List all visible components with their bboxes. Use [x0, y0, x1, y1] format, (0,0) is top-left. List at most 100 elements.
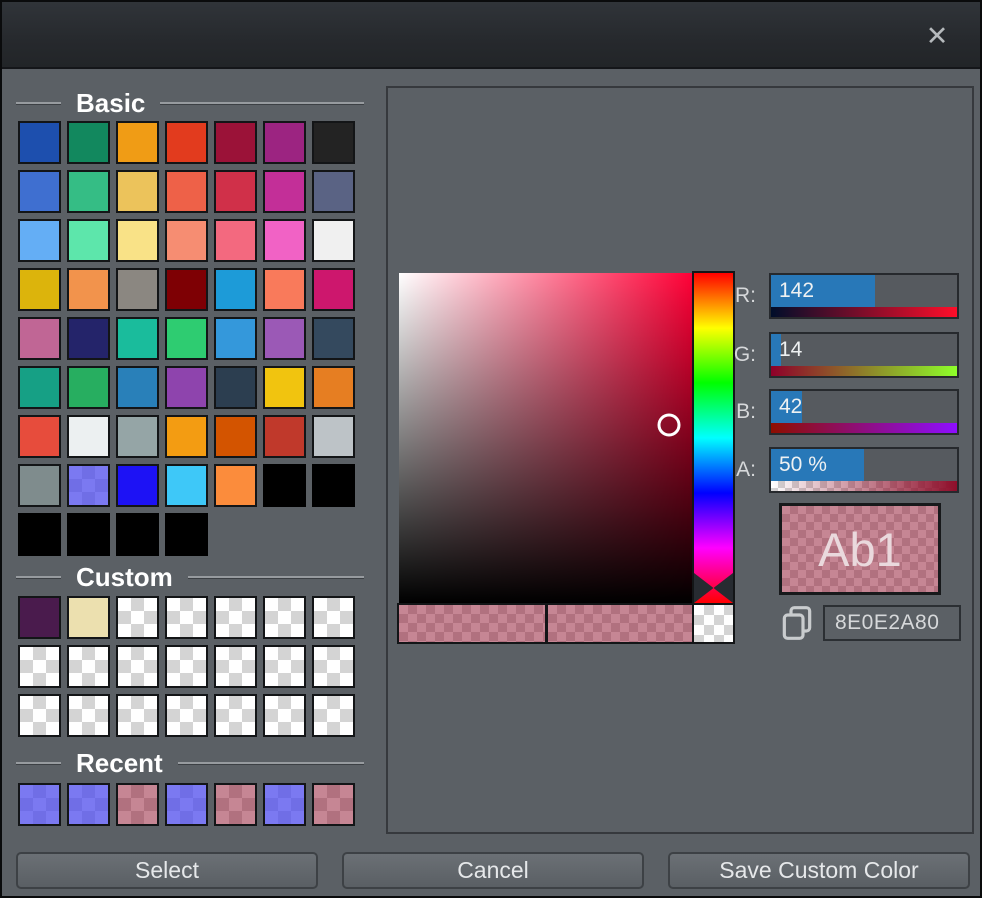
saturation-value-area[interactable] — [399, 273, 693, 603]
color-swatch[interactable] — [18, 694, 61, 737]
color-swatch[interactable] — [263, 415, 306, 458]
color-swatch[interactable] — [67, 170, 110, 213]
hue-slider[interactable] — [692, 271, 735, 605]
color-swatch[interactable] — [18, 170, 61, 213]
color-swatch[interactable] — [165, 513, 208, 556]
color-swatch[interactable] — [165, 694, 208, 737]
color-swatch[interactable] — [116, 366, 159, 409]
color-swatch[interactable] — [18, 783, 61, 826]
color-swatch[interactable] — [18, 415, 61, 458]
color-swatch[interactable] — [116, 317, 159, 360]
color-swatch[interactable] — [67, 694, 110, 737]
color-swatch[interactable] — [214, 415, 257, 458]
color-swatch[interactable] — [312, 645, 355, 688]
color-swatch[interactable] — [263, 170, 306, 213]
color-swatch[interactable] — [312, 219, 355, 262]
color-swatch[interactable] — [214, 317, 257, 360]
color-swatch[interactable] — [214, 219, 257, 262]
color-swatch[interactable] — [263, 121, 306, 164]
color-swatch[interactable] — [214, 170, 257, 213]
color-swatch[interactable] — [165, 121, 208, 164]
color-swatch[interactable] — [263, 645, 306, 688]
color-swatch[interactable] — [67, 317, 110, 360]
color-swatch[interactable] — [165, 268, 208, 311]
color-swatch[interactable] — [214, 268, 257, 311]
color-swatch[interactable] — [165, 219, 208, 262]
hue-slider-marker[interactable] — [694, 573, 733, 603]
sv-selector-ring[interactable] — [658, 413, 681, 436]
close-icon[interactable]: ✕ — [916, 16, 958, 56]
color-swatch[interactable] — [67, 783, 110, 826]
color-swatch[interactable] — [116, 268, 159, 311]
color-swatch[interactable] — [18, 268, 61, 311]
color-swatch[interactable] — [67, 121, 110, 164]
color-swatch[interactable] — [312, 317, 355, 360]
color-swatch[interactable] — [165, 366, 208, 409]
color-swatch[interactable] — [116, 645, 159, 688]
titlebar[interactable]: ✕ — [2, 2, 980, 69]
color-swatch[interactable] — [18, 121, 61, 164]
color-swatch[interactable] — [214, 121, 257, 164]
color-swatch[interactable] — [67, 415, 110, 458]
color-swatch[interactable] — [67, 219, 110, 262]
color-swatch[interactable] — [214, 596, 257, 639]
color-swatch[interactable] — [312, 596, 355, 639]
hex-input[interactable]: 8E0E2A80 — [823, 605, 961, 641]
color-swatch[interactable] — [116, 694, 159, 737]
color-swatch[interactable] — [214, 464, 257, 507]
color-swatch[interactable] — [165, 596, 208, 639]
color-swatch[interactable] — [18, 366, 61, 409]
color-swatch[interactable] — [312, 121, 355, 164]
alpha-input[interactable]: 50 % — [769, 447, 959, 493]
color-swatch[interactable] — [312, 464, 355, 507]
red-input[interactable]: 142 — [769, 273, 959, 319]
color-swatch[interactable] — [263, 464, 306, 507]
color-swatch[interactable] — [67, 645, 110, 688]
color-swatch[interactable] — [116, 170, 159, 213]
color-swatch[interactable] — [165, 415, 208, 458]
color-swatch[interactable] — [116, 121, 159, 164]
color-swatch[interactable] — [67, 513, 110, 556]
green-input[interactable]: 14 — [769, 332, 959, 378]
color-swatch[interactable] — [116, 513, 159, 556]
color-swatch[interactable] — [18, 513, 61, 556]
blue-input[interactable]: 42 — [769, 389, 959, 435]
color-swatch[interactable] — [312, 170, 355, 213]
color-swatch[interactable] — [18, 219, 61, 262]
color-swatch[interactable] — [312, 268, 355, 311]
color-swatch[interactable] — [165, 783, 208, 826]
color-swatch[interactable] — [263, 317, 306, 360]
save-custom-color-button[interactable]: Save Custom Color — [668, 852, 970, 889]
color-swatch[interactable] — [67, 464, 110, 507]
color-swatch[interactable] — [312, 783, 355, 826]
color-swatch[interactable] — [263, 783, 306, 826]
color-swatch[interactable] — [263, 366, 306, 409]
color-swatch[interactable] — [165, 317, 208, 360]
color-swatch[interactable] — [165, 645, 208, 688]
color-swatch[interactable] — [214, 783, 257, 826]
color-swatch[interactable] — [67, 596, 110, 639]
color-swatch[interactable] — [18, 645, 61, 688]
cancel-button[interactable]: Cancel — [342, 852, 644, 889]
color-swatch[interactable] — [263, 219, 306, 262]
color-swatch[interactable] — [116, 596, 159, 639]
color-swatch[interactable] — [263, 268, 306, 311]
color-swatch[interactable] — [312, 694, 355, 737]
color-swatch[interactable] — [165, 464, 208, 507]
select-button[interactable]: Select — [16, 852, 318, 889]
color-swatch[interactable] — [214, 366, 257, 409]
color-swatch[interactable] — [18, 464, 61, 507]
color-swatch[interactable] — [18, 317, 61, 360]
color-swatch[interactable] — [214, 694, 257, 737]
color-swatch[interactable] — [312, 415, 355, 458]
color-swatch[interactable] — [116, 219, 159, 262]
color-swatch[interactable] — [214, 645, 257, 688]
color-swatch[interactable] — [312, 366, 355, 409]
color-swatch[interactable] — [116, 783, 159, 826]
color-swatch[interactable] — [67, 268, 110, 311]
color-swatch[interactable] — [67, 366, 110, 409]
color-swatch[interactable] — [165, 170, 208, 213]
color-swatch[interactable] — [18, 596, 61, 639]
color-swatch[interactable] — [116, 464, 159, 507]
color-swatch[interactable] — [263, 694, 306, 737]
